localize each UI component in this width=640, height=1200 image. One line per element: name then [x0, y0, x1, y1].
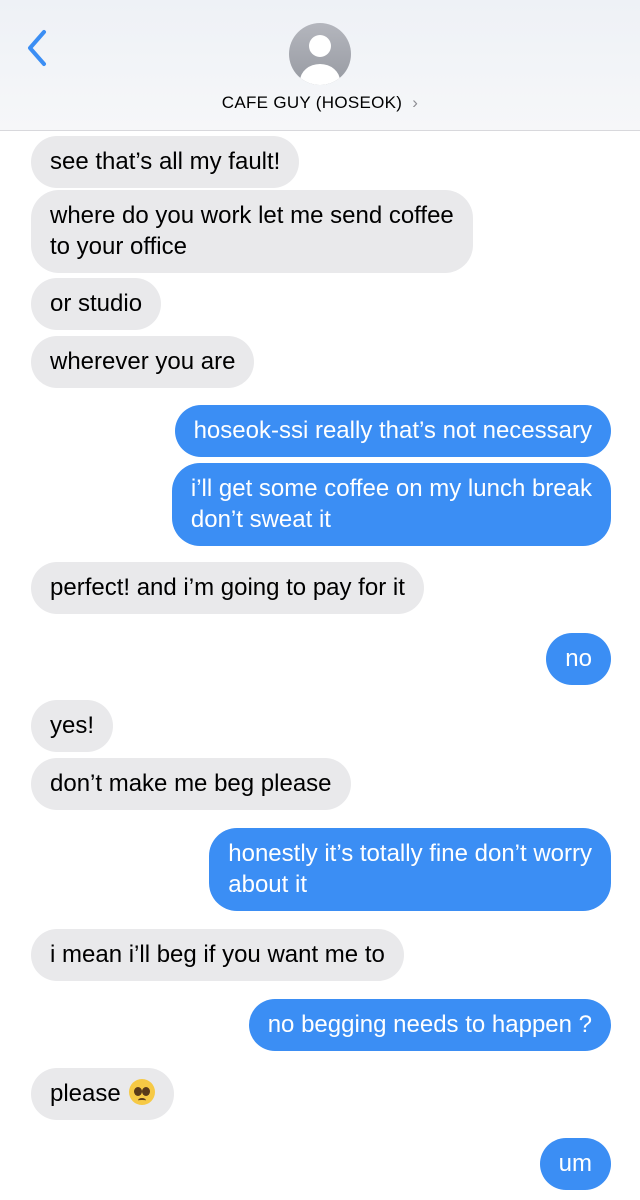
message-bubble-outgoing[interactable]: no — [546, 633, 611, 685]
contact-name: CAFE GUY (HOSEOK) — [221, 93, 403, 112]
message-bubble-incoming[interactable]: where do you work let me send coffee to … — [31, 190, 473, 273]
message-text: see that’s all my fault! — [50, 148, 281, 175]
pleading-face-emoji-icon — [128, 1079, 155, 1105]
message-text-line: don’t sweat it — [190, 506, 331, 533]
back-button[interactable] — [20, 28, 56, 68]
message-bubble-incoming[interactable]: see that’s all my fault! — [31, 136, 300, 188]
contact-name-button[interactable]: CAFE GUY (HOSEOK) › — [0, 93, 640, 113]
chevron-right-icon: › — [412, 93, 419, 112]
message-bubble-incoming[interactable]: i mean i’ll beg if you want me to — [31, 929, 404, 981]
person-silhouette-icon — [300, 35, 340, 85]
message-bubble-incoming[interactable]: wherever you are — [31, 336, 255, 388]
message-bubble-outgoing[interactable]: no begging needs to happen ? — [248, 999, 611, 1051]
message-text: don’t make me beg please — [50, 770, 332, 797]
message-text-line: i’ll get some coffee on my lunch break — [190, 475, 592, 502]
message-bubble-incoming[interactable]: or studio — [31, 278, 162, 330]
message-bubble-outgoing[interactable]: i’ll get some coffee on my lunch break d… — [171, 463, 611, 546]
message-text-line: honestly it’s totally fine don’t worry — [228, 840, 592, 867]
message-bubble-incoming[interactable]: please — [31, 1068, 174, 1120]
message-bubble-incoming[interactable]: don’t make me beg please — [31, 758, 351, 810]
message-text: um — [558, 1150, 592, 1177]
contact-avatar[interactable] — [289, 23, 351, 85]
message-text: no begging needs to happen ? — [267, 1011, 592, 1038]
message-bubble-outgoing[interactable]: um — [539, 1138, 611, 1190]
message-bubble-outgoing[interactable]: hoseok-ssi really that’s not necessary — [174, 405, 611, 457]
message-text: please — [50, 1080, 121, 1107]
chevron-left-icon — [28, 30, 46, 66]
message-text: i mean i’ll beg if you want me to — [50, 941, 385, 968]
conversation-header: CAFE GUY (HOSEOK) › — [0, 0, 640, 131]
message-text: hoseok-ssi really that’s not necessary — [193, 417, 592, 444]
messages-screen: CAFE GUY (HOSEOK) › see that’s all my fau… — [0, 0, 640, 1200]
message-text: wherever you are — [50, 348, 236, 375]
message-text: or studio — [50, 290, 143, 317]
message-bubble-incoming[interactable]: yes! — [31, 700, 114, 752]
message-bubble-incoming[interactable]: perfect! and i’m going to pay for it — [31, 562, 424, 614]
message-text-line: about it — [228, 871, 307, 898]
message-text: perfect! and i’m going to pay for it — [50, 574, 405, 601]
message-text: no — [565, 645, 592, 672]
message-text: yes! — [50, 712, 95, 739]
message-bubble-outgoing[interactable]: honestly it’s totally fine don’t worry a… — [209, 828, 611, 911]
message-text-line: where do you work let me send coffee — [50, 202, 454, 229]
message-text-line: to your office — [50, 233, 187, 260]
